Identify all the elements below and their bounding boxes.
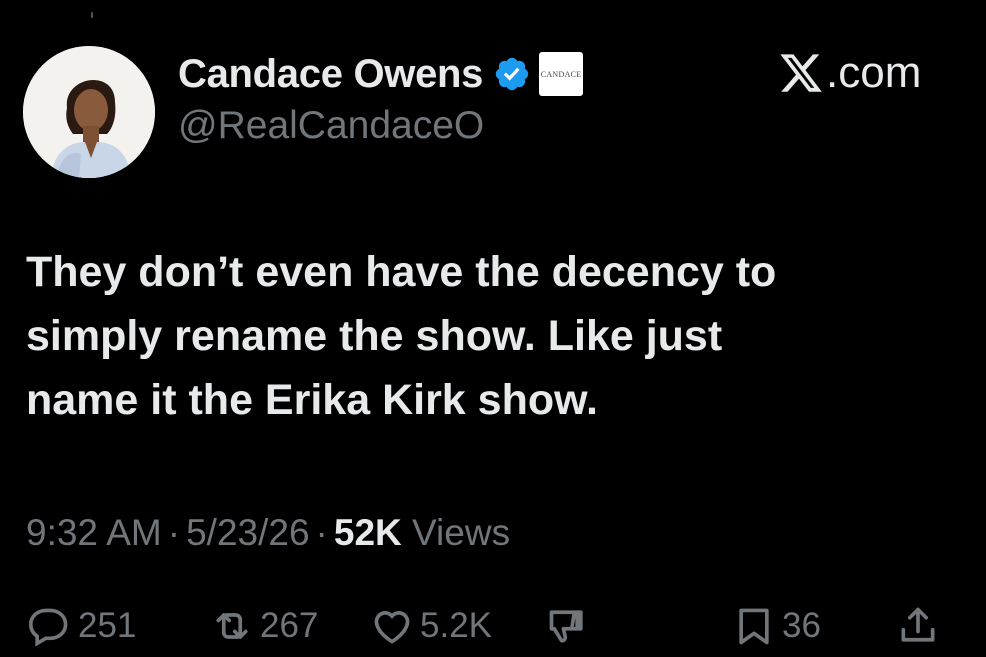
meta-separator: ·	[315, 512, 328, 553]
share-icon	[901, 607, 935, 642]
tweet-time[interactable]: 9:32 AM	[26, 512, 162, 553]
repost-count: 267	[260, 606, 319, 645]
reply-count: 251	[78, 606, 137, 645]
affiliate-badge[interactable]: CANDACE	[539, 52, 584, 96]
like-button[interactable]: 5.2K	[370, 598, 492, 654]
x-logo-icon	[780, 54, 822, 92]
bookmark-button[interactable]: 36	[732, 598, 821, 654]
reply-button[interactable]: 251	[28, 598, 136, 654]
verified-badge-icon	[493, 55, 531, 93]
avatar[interactable]	[23, 46, 155, 178]
views-count: 52K	[333, 512, 402, 553]
avatar-image	[23, 46, 155, 178]
tweet-text: They don’t even have the decency to simp…	[26, 240, 966, 432]
share-button[interactable]	[896, 598, 946, 654]
status-dot	[91, 12, 93, 18]
repost-icon	[216, 613, 248, 639]
views-label: Views	[412, 512, 511, 553]
action-bar: 251 267 5.2K 36	[24, 598, 964, 654]
tweet-line: They don’t even have the decency to	[26, 248, 777, 296]
brand-domain: .com	[826, 48, 922, 97]
tweet-line: simply rename the show. Like just	[26, 312, 723, 360]
tweet-line: name it the Erika Kirk show.	[26, 376, 598, 424]
tweet-date[interactable]: 5/23/26	[186, 512, 309, 553]
dislike-button[interactable]	[546, 598, 596, 654]
tweet-meta: 9:32 AM · 5/23/26 · 52K Views	[26, 512, 510, 554]
meta-separator: ·	[167, 512, 181, 553]
author-name-row: Candace Owens CANDACE	[178, 46, 584, 102]
bookmark-icon	[739, 608, 769, 645]
display-name[interactable]: Candace Owens	[178, 52, 483, 97]
repost-button[interactable]: 267	[210, 598, 318, 654]
bookmark-count: 36	[782, 606, 821, 645]
author-handle[interactable]: @RealCandaceO	[178, 104, 484, 148]
thumbs-down-icon	[549, 610, 583, 643]
heart-icon	[374, 611, 410, 644]
x-brand: .com	[778, 48, 921, 98]
like-count: 5.2K	[420, 606, 492, 645]
reply-icon	[28, 608, 68, 647]
